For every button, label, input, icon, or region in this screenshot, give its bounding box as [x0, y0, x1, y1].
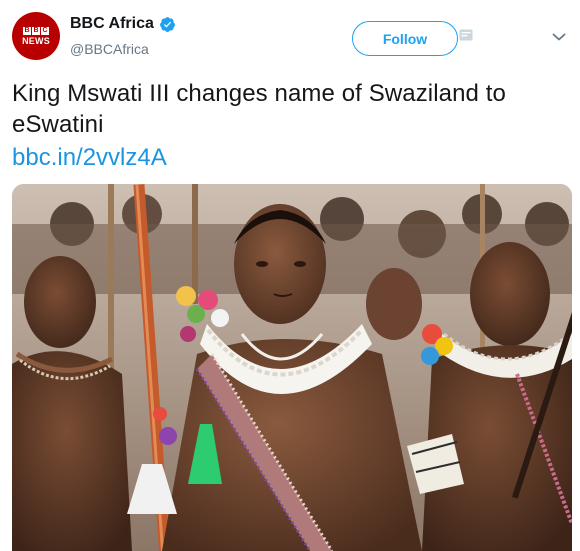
bbc-letter: B [32, 26, 40, 35]
follow-button[interactable]: Follow [352, 21, 458, 56]
tweet-photo[interactable] [12, 184, 572, 551]
tweet-link[interactable]: bbc.in/2vvlz4A [12, 144, 167, 172]
avatar[interactable]: B B C NEWS [12, 12, 60, 60]
news-logo-text: NEWS [22, 35, 50, 46]
tweet-text: King Mswati III changes name of Swazilan… [12, 80, 506, 138]
display-name[interactable]: BBC Africa [70, 15, 154, 33]
verified-badge-icon [159, 16, 175, 32]
bbc-letter: C [41, 26, 49, 35]
chevron-down-icon[interactable] [552, 32, 566, 42]
bbc-letter: B [23, 26, 31, 35]
profile-card-icon [459, 29, 473, 41]
bbc-logo: B B C [23, 26, 49, 35]
account-handle[interactable]: @BBCAfrica [70, 41, 149, 57]
photo-illustration [12, 184, 572, 551]
account-name-row: BBC Africa [70, 15, 176, 33]
